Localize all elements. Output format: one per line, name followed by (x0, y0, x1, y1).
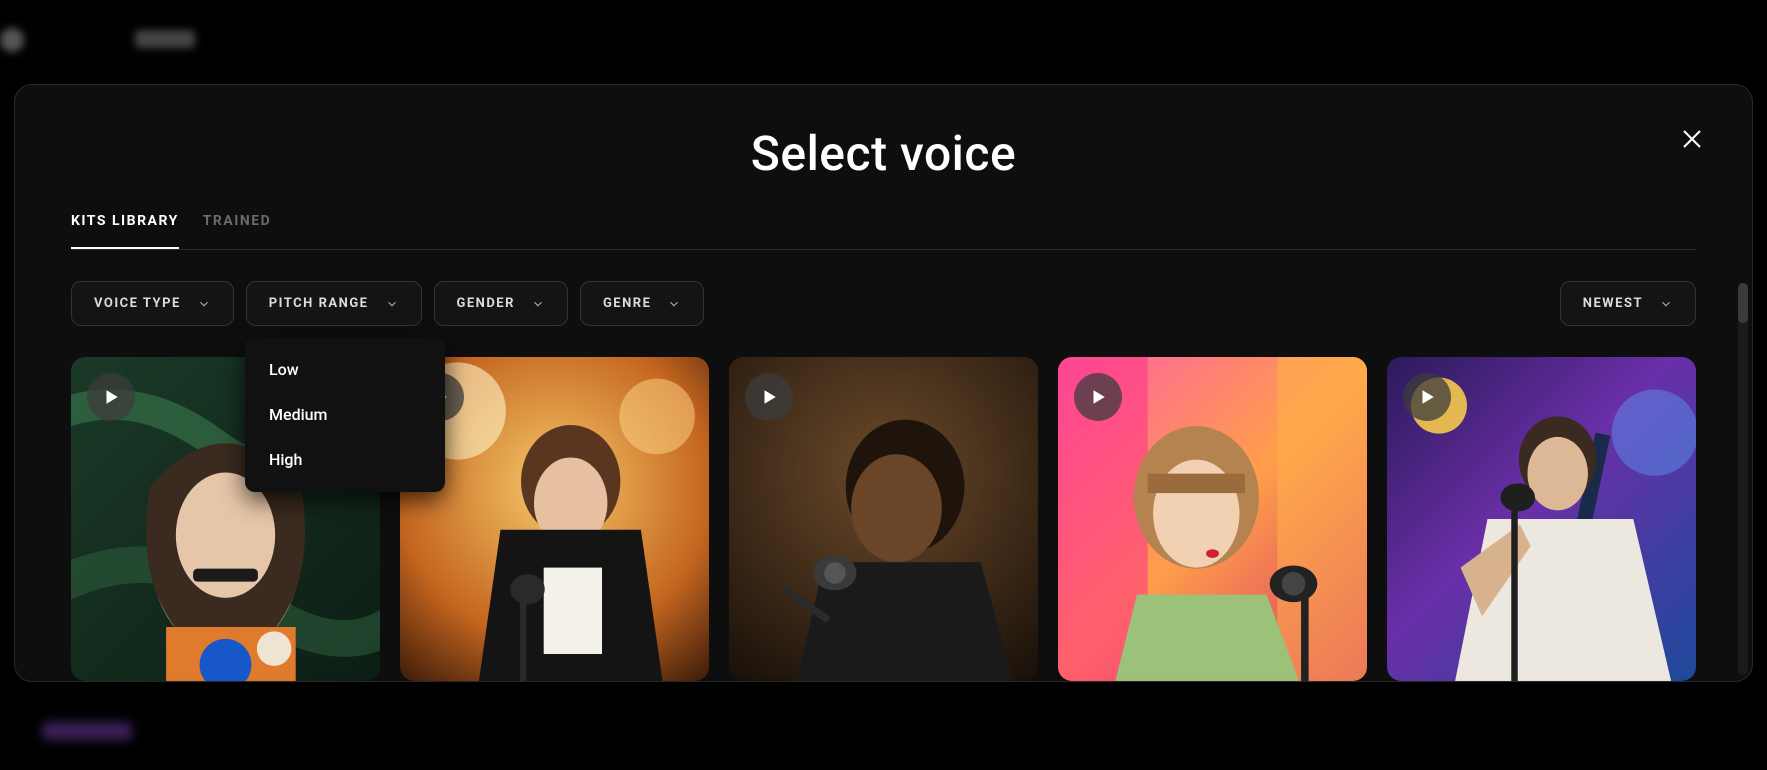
filter-gender-label: GENDER (457, 296, 515, 311)
play-button[interactable] (1074, 373, 1122, 421)
pitch-option-low[interactable]: Low (245, 347, 445, 392)
play-icon (102, 388, 120, 406)
play-icon (760, 388, 778, 406)
scrollbar[interactable] (1738, 283, 1748, 675)
filter-voice-type[interactable]: VOICE TYPE (71, 281, 234, 326)
voice-card[interactable] (1058, 357, 1367, 681)
tab-kits-library[interactable]: KITS LIBRARY (71, 213, 179, 249)
app-bottombar (0, 690, 1767, 770)
filter-genre[interactable]: GENRE (580, 281, 705, 326)
close-button[interactable] (1674, 121, 1710, 157)
play-button[interactable] (745, 373, 793, 421)
voice-card[interactable] (729, 357, 1038, 681)
filter-voice-type-label: VOICE TYPE (94, 296, 181, 311)
filters-row: VOICE TYPE PITCH RANGE GENDER GENRE NEW (71, 281, 1696, 326)
tabs: KITS LIBRARY TRAINED (71, 213, 1696, 250)
voice-card[interactable] (1387, 357, 1696, 681)
scrollbar-thumb[interactable] (1738, 283, 1748, 323)
pitch-option-medium[interactable]: Medium (245, 392, 445, 437)
modal-title: Select voice (15, 125, 1752, 182)
sort-label: NEWEST (1583, 296, 1643, 311)
chevron-down-icon (385, 297, 399, 311)
filter-pitch-range[interactable]: PITCH RANGE (246, 281, 422, 326)
sort-dropdown[interactable]: NEWEST (1560, 281, 1696, 326)
chevron-down-icon (531, 297, 545, 311)
filter-pitch-range-label: PITCH RANGE (269, 296, 369, 311)
tab-trained[interactable]: TRAINED (203, 213, 272, 249)
chevron-down-icon (1659, 297, 1673, 311)
filter-gender[interactable]: GENDER (434, 281, 568, 326)
bottombar-badge-blur (42, 722, 132, 740)
chevron-down-icon (197, 297, 211, 311)
pitch-option-high[interactable]: High (245, 437, 445, 482)
play-button[interactable] (1403, 373, 1451, 421)
play-icon (1089, 388, 1107, 406)
voice-card[interactable] (400, 357, 709, 681)
topbar-logo-blur (0, 28, 24, 52)
topbar-text-blur (135, 30, 195, 48)
play-icon (1418, 388, 1436, 406)
close-icon (1680, 127, 1704, 151)
select-voice-modal: Select voice KITS LIBRARY TRAINED VOICE … (14, 84, 1753, 682)
pitch-range-dropdown: Low Medium High (245, 337, 445, 492)
chevron-down-icon (667, 297, 681, 311)
filter-genre-label: GENRE (603, 296, 652, 311)
app-topbar (0, 0, 1767, 80)
play-button[interactable] (87, 373, 135, 421)
